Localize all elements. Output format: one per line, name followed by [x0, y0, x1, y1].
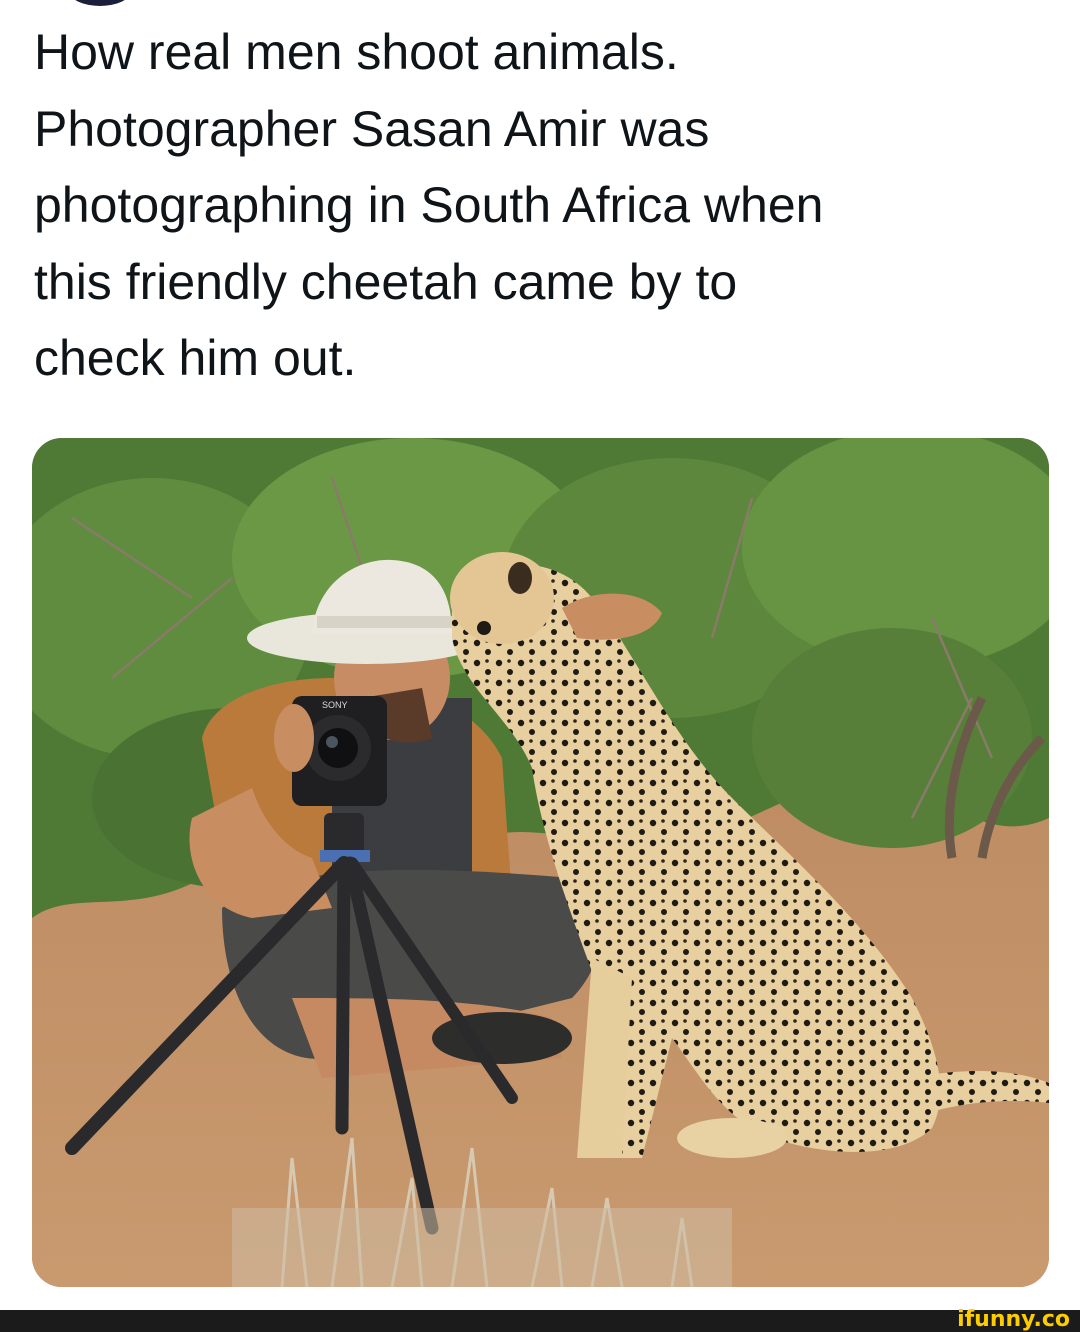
camera-brand-label: SONY — [322, 700, 348, 710]
post-text-line: Photographer Sasan Amir was — [34, 100, 710, 157]
post-photo[interactable]: SONY — [32, 438, 1049, 1287]
photo-illustration: SONY — [32, 438, 1049, 1287]
post-text-line: check him out. — [34, 330, 357, 386]
post-text: How real men shoot animals. Photographer… — [34, 14, 1044, 397]
post-text-line: this friendly cheetah came by to — [34, 253, 738, 310]
post-text-line: photographing in South Africa when — [34, 177, 824, 233]
avatar[interactable] — [70, 0, 130, 6]
post-text-line: How real men shoot animals. — [34, 24, 679, 80]
ifunny-watermark[interactable]: ifunny.co — [957, 1308, 1070, 1332]
footer-bar: ifunny.co — [0, 1308, 1080, 1332]
